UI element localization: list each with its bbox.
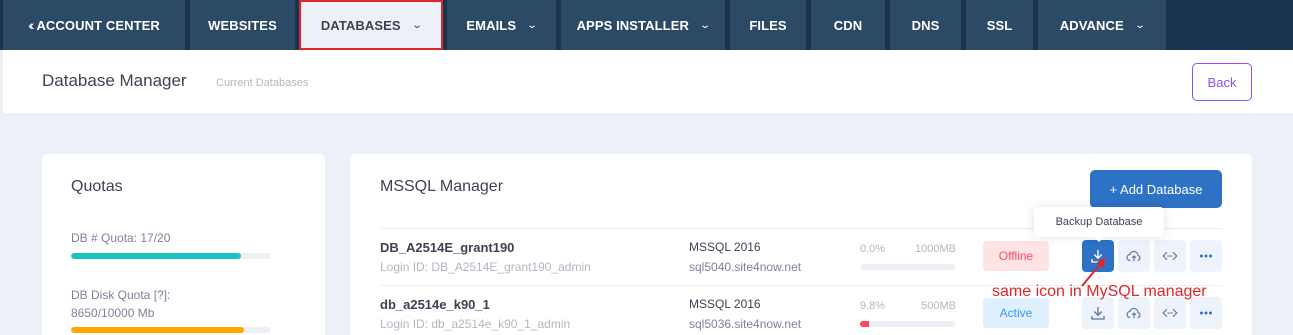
- cloud-upload-button[interactable]: [1118, 240, 1150, 272]
- disk-quota-fill: [71, 327, 244, 333]
- backup-database-button[interactable]: [1082, 297, 1114, 329]
- db-login: Login ID: DB_A2514E_grant190_admin: [380, 260, 591, 274]
- db-size: 500MB: [921, 300, 956, 312]
- tab-dns[interactable]: DNS: [890, 0, 961, 50]
- page-description: Current Databases: [216, 77, 309, 89]
- db-usage-bar: [860, 321, 956, 327]
- cloud-upload-button[interactable]: [1118, 297, 1150, 329]
- db-name: DB_A2514E_grant190: [380, 240, 515, 255]
- code-link-button[interactable]: [1154, 240, 1186, 272]
- tab-websites[interactable]: WEBSITES: [190, 0, 295, 50]
- db-login: Login ID: db_a2514e_k90_1_admin: [380, 317, 571, 331]
- db-server: sql5040.site4now.net: [689, 260, 802, 274]
- more-icon: [1200, 311, 1212, 315]
- db-quota-label: DB # Quota: 17/20: [71, 231, 171, 245]
- tab-label: EMAILS: [466, 17, 517, 33]
- tab-cdn[interactable]: CDN: [811, 0, 885, 50]
- disk-quota-bar: [71, 327, 271, 333]
- tab-label: WEBSITES: [208, 17, 277, 33]
- tab-ssl[interactable]: SSL: [966, 0, 1033, 50]
- annotation-text: same icon in MySQL manager: [992, 283, 1207, 300]
- code-link-icon: [1162, 251, 1178, 261]
- db-quota-bar: [71, 253, 271, 259]
- tab-label: ACCOUNT CENTER: [36, 17, 160, 33]
- tab-advance[interactable]: ADVANCE ⌄: [1038, 0, 1166, 50]
- db-quota-fill: [71, 253, 241, 259]
- add-database-button[interactable]: + Add Database: [1090, 170, 1222, 208]
- top-navigation: ‹‹ ACCOUNT CENTER WEBSITES DATABASES ⌄ E…: [0, 0, 1293, 50]
- disk-quota-label-line2: 8650/10000 Mb: [71, 306, 155, 320]
- tab-label: ADVANCE: [1059, 17, 1124, 33]
- more-icon: [1200, 254, 1212, 258]
- tab-emails[interactable]: EMAILS ⌄: [447, 0, 556, 50]
- tab-label: DNS: [911, 17, 940, 33]
- tab-account-center[interactable]: ‹‹ ACCOUNT CENTER: [3, 0, 185, 50]
- cloud-upload-icon: [1126, 250, 1141, 262]
- download-icon: [1091, 307, 1105, 320]
- page-title: Database Manager: [42, 71, 187, 90]
- backup-database-tooltip: Backup Database: [1034, 207, 1164, 237]
- code-link-button[interactable]: [1154, 297, 1186, 329]
- tab-label: DATABASES: [320, 17, 401, 33]
- back-button[interactable]: Back: [1192, 63, 1252, 101]
- tab-label: SSL: [986, 17, 1013, 33]
- chevron-down-icon: ⌄: [1134, 19, 1146, 31]
- db-usage-bar: [860, 264, 956, 270]
- db-name: db_a2514e_k90_1: [380, 297, 490, 312]
- db-usage-fill: [860, 321, 870, 327]
- quotas-title: Quotas: [71, 178, 123, 195]
- chevron-down-icon: ⌄: [699, 19, 712, 31]
- subheader: Database Manager Current Databases Back: [3, 50, 1293, 115]
- db-version: MSSQL 2016: [689, 240, 761, 254]
- disk-quota-label-line1: DB Disk Quota [?]:: [71, 288, 171, 302]
- more-actions-button[interactable]: [1190, 297, 1222, 329]
- disk-quota-label: DB Disk Quota [?]: 8650/10000 Mb: [71, 286, 170, 322]
- db-version: MSSQL 2016: [689, 297, 761, 311]
- db-usage-pct: 9.8%: [860, 300, 886, 312]
- tab-label: APPS INSTALLER: [576, 17, 689, 33]
- tab-label: FILES: [749, 17, 787, 33]
- mssql-manager-card: MSSQL Manager + Add Database DB_A2514E_g…: [350, 154, 1252, 335]
- chevron-down-icon: ⌄: [410, 19, 423, 31]
- more-actions-button[interactable]: [1190, 240, 1222, 272]
- status-badge: Offline: [983, 241, 1049, 271]
- quotas-card: Quotas DB # Quota: 17/20 DB Disk Quota […: [42, 154, 325, 335]
- tab-apps-installer[interactable]: APPS INSTALLER ⌄: [561, 0, 725, 50]
- double-chevron-left-icon: ‹‹: [28, 17, 35, 33]
- tab-label: CDN: [833, 17, 863, 33]
- cloud-upload-icon: [1126, 307, 1141, 319]
- code-link-icon: [1162, 308, 1178, 318]
- status-badge: Active: [983, 298, 1049, 328]
- tab-files[interactable]: FILES: [730, 0, 806, 50]
- db-server: sql5036.site4now.net: [689, 317, 802, 331]
- tab-databases[interactable]: DATABASES ⌄: [299, 0, 443, 50]
- tooltip-arrow: [1093, 236, 1105, 242]
- db-usage-pct: 0.0%: [860, 243, 886, 255]
- mssql-title: MSSQL Manager: [380, 178, 504, 195]
- chevron-down-icon: ⌄: [526, 19, 539, 31]
- db-size: 1000MB: [915, 243, 956, 255]
